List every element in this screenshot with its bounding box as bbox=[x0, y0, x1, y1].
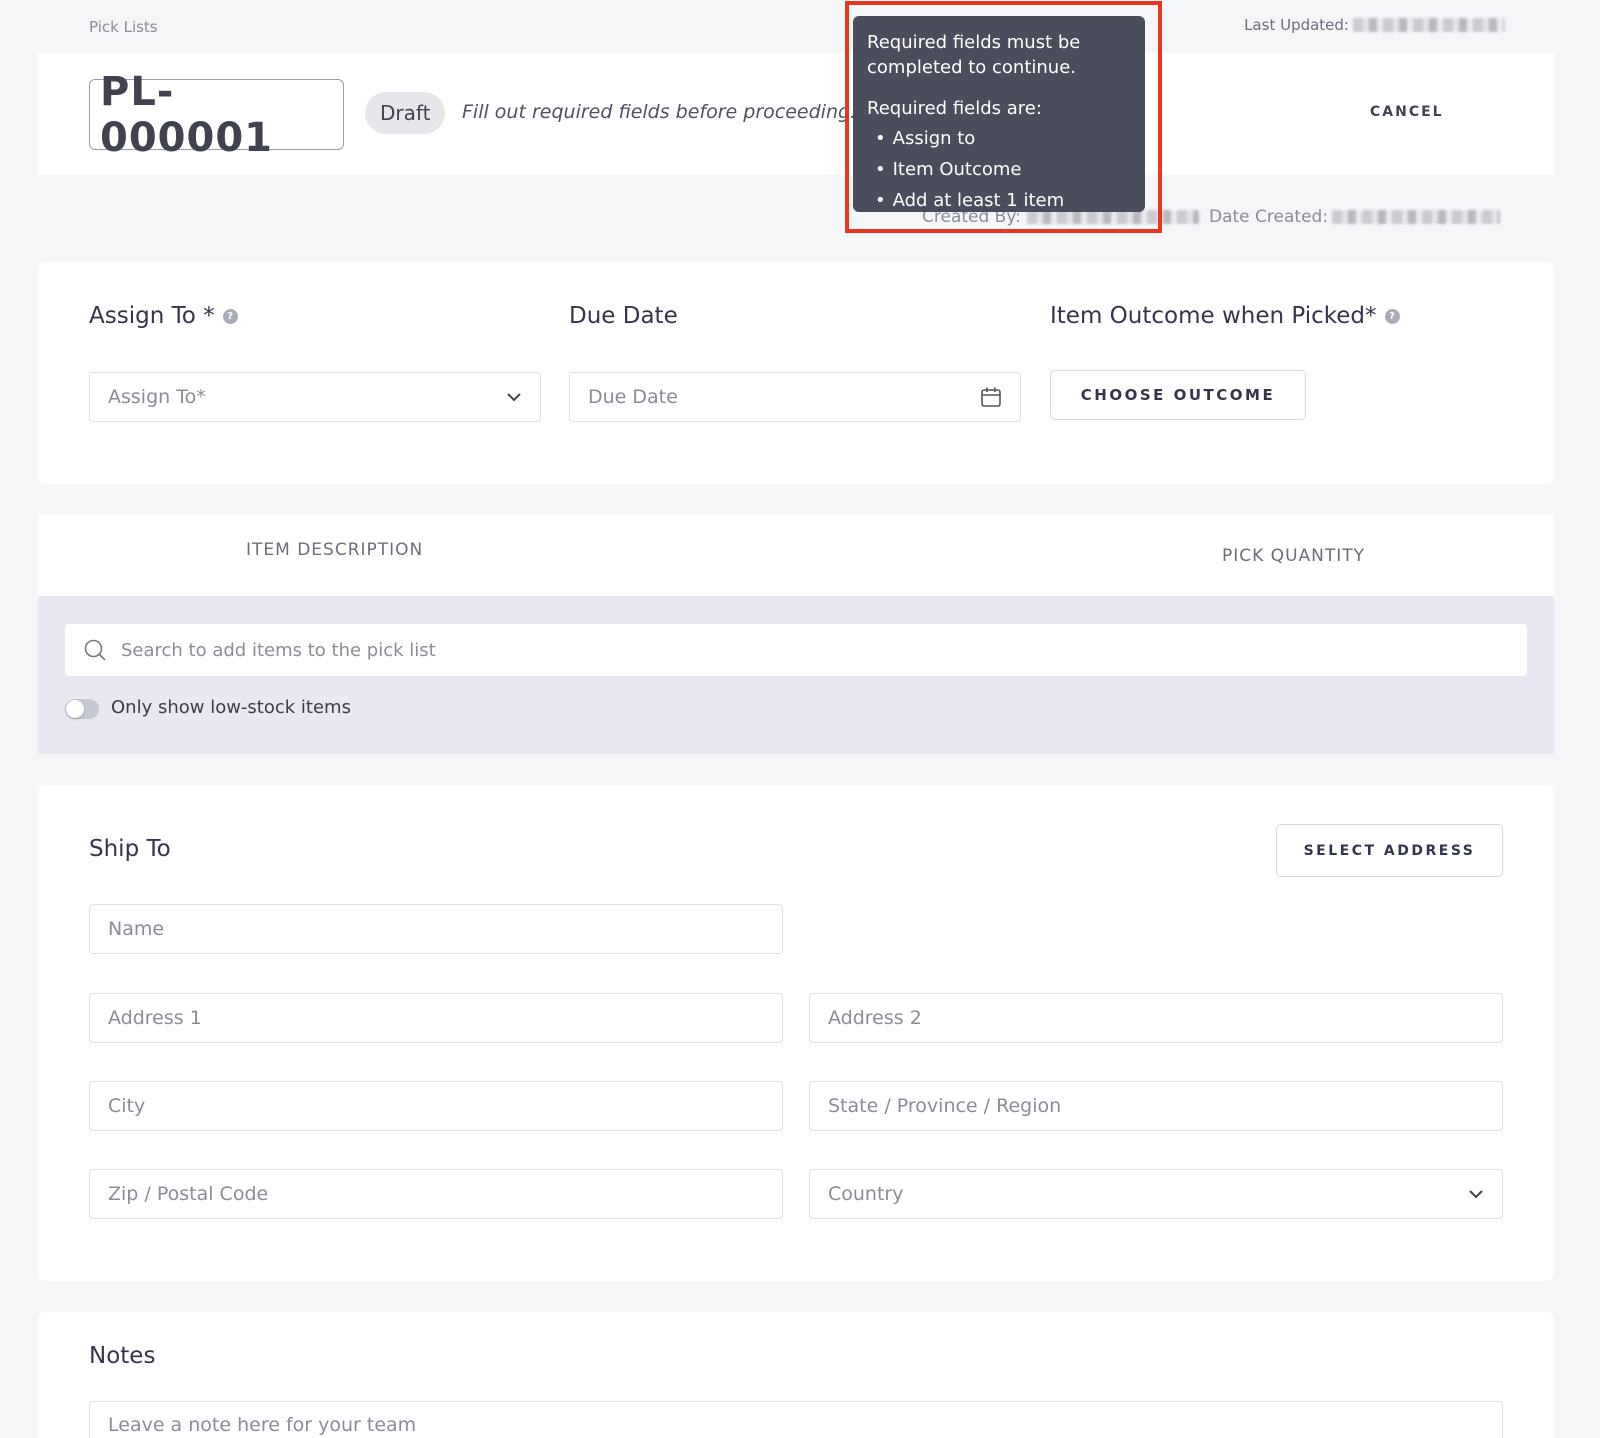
address2-placeholder: Address 2 bbox=[828, 1007, 922, 1029]
calendar-icon[interactable] bbox=[980, 386, 1002, 408]
assign-to-placeholder: Assign To* bbox=[108, 386, 206, 408]
required-fields-message-text: Fill out required fields before proceedi… bbox=[462, 101, 857, 123]
notes-placeholder: Leave a note here for your team bbox=[108, 1414, 417, 1436]
select-address-button[interactable]: SELECT ADDRESS bbox=[1276, 824, 1503, 877]
pick-quantity-column[interactable]: PICK QUANTITY bbox=[1222, 546, 1365, 566]
tooltip-highlight-box bbox=[845, 1, 1162, 233]
address2-field[interactable]: Address 2 bbox=[809, 993, 1503, 1043]
item-search-input[interactable]: Search to add items to the pick list bbox=[65, 624, 1527, 676]
status-badge: Draft bbox=[365, 92, 446, 134]
item-outcome-label-text: Item Outcome when Picked* bbox=[1050, 303, 1377, 329]
choose-outcome-button[interactable]: CHOOSE OUTCOME bbox=[1050, 370, 1306, 420]
low-stock-toggle[interactable] bbox=[65, 699, 99, 719]
item-search-placeholder: Search to add items to the pick list bbox=[121, 639, 436, 661]
address1-field[interactable]: Address 1 bbox=[89, 993, 783, 1043]
item-outcome-help-icon[interactable]: ? bbox=[1384, 308, 1400, 324]
due-date-label: Due Date bbox=[569, 303, 678, 329]
city-field[interactable]: City bbox=[89, 1081, 783, 1131]
breadcrumb[interactable]: Pick Lists bbox=[89, 18, 158, 36]
due-date-placeholder: Due Date bbox=[588, 386, 678, 408]
search-icon bbox=[84, 639, 106, 661]
zip-field[interactable]: Zip / Postal Code bbox=[89, 1169, 783, 1219]
last-updated-label: Last Updated: bbox=[1244, 16, 1349, 34]
state-placeholder: State / Province / Region bbox=[828, 1095, 1062, 1117]
chevron-down-icon bbox=[507, 393, 521, 402]
pick-list-id-field[interactable]: PL-000001 bbox=[89, 69, 344, 161]
address1-placeholder: Address 1 bbox=[108, 1007, 202, 1029]
cancel-button[interactable]: CANCEL bbox=[1370, 104, 1444, 120]
date-created-label: Date Created: bbox=[1209, 207, 1329, 227]
date-created: Date Created: bbox=[1209, 207, 1501, 227]
item-outcome-label: Item Outcome when Picked* ? bbox=[1050, 303, 1400, 329]
assign-to-select[interactable]: Assign To* bbox=[89, 372, 541, 422]
required-fields-message: Fill out required fields before proceedi… bbox=[462, 101, 878, 123]
last-updated: Last Updated: bbox=[1244, 16, 1505, 34]
assign-to-label-text: Assign To * bbox=[89, 303, 215, 329]
city-placeholder: City bbox=[108, 1095, 146, 1117]
country-placeholder: Country bbox=[828, 1183, 904, 1205]
ship-to-title: Ship To bbox=[89, 836, 171, 862]
assign-to-help-icon[interactable]: ? bbox=[222, 308, 238, 324]
name-field[interactable]: Name bbox=[89, 904, 783, 954]
chevron-down-icon bbox=[1469, 1190, 1483, 1199]
assign-to-label: Assign To * ? bbox=[89, 303, 238, 329]
zip-placeholder: Zip / Postal Code bbox=[108, 1183, 269, 1205]
name-placeholder: Name bbox=[108, 918, 165, 940]
country-select[interactable]: Country bbox=[809, 1169, 1503, 1219]
state-field[interactable]: State / Province / Region bbox=[809, 1081, 1503, 1131]
date-created-value-redacted bbox=[1332, 210, 1501, 224]
due-date-input[interactable]: Due Date bbox=[569, 372, 1021, 422]
notes-title: Notes bbox=[89, 1343, 156, 1369]
low-stock-toggle-label: Only show low-stock items bbox=[111, 697, 351, 718]
last-updated-value-redacted bbox=[1353, 18, 1505, 32]
notes-textarea[interactable]: Leave a note here for your team bbox=[89, 1401, 1503, 1438]
item-description-column[interactable]: ITEM DESCRIPTION bbox=[246, 540, 423, 560]
